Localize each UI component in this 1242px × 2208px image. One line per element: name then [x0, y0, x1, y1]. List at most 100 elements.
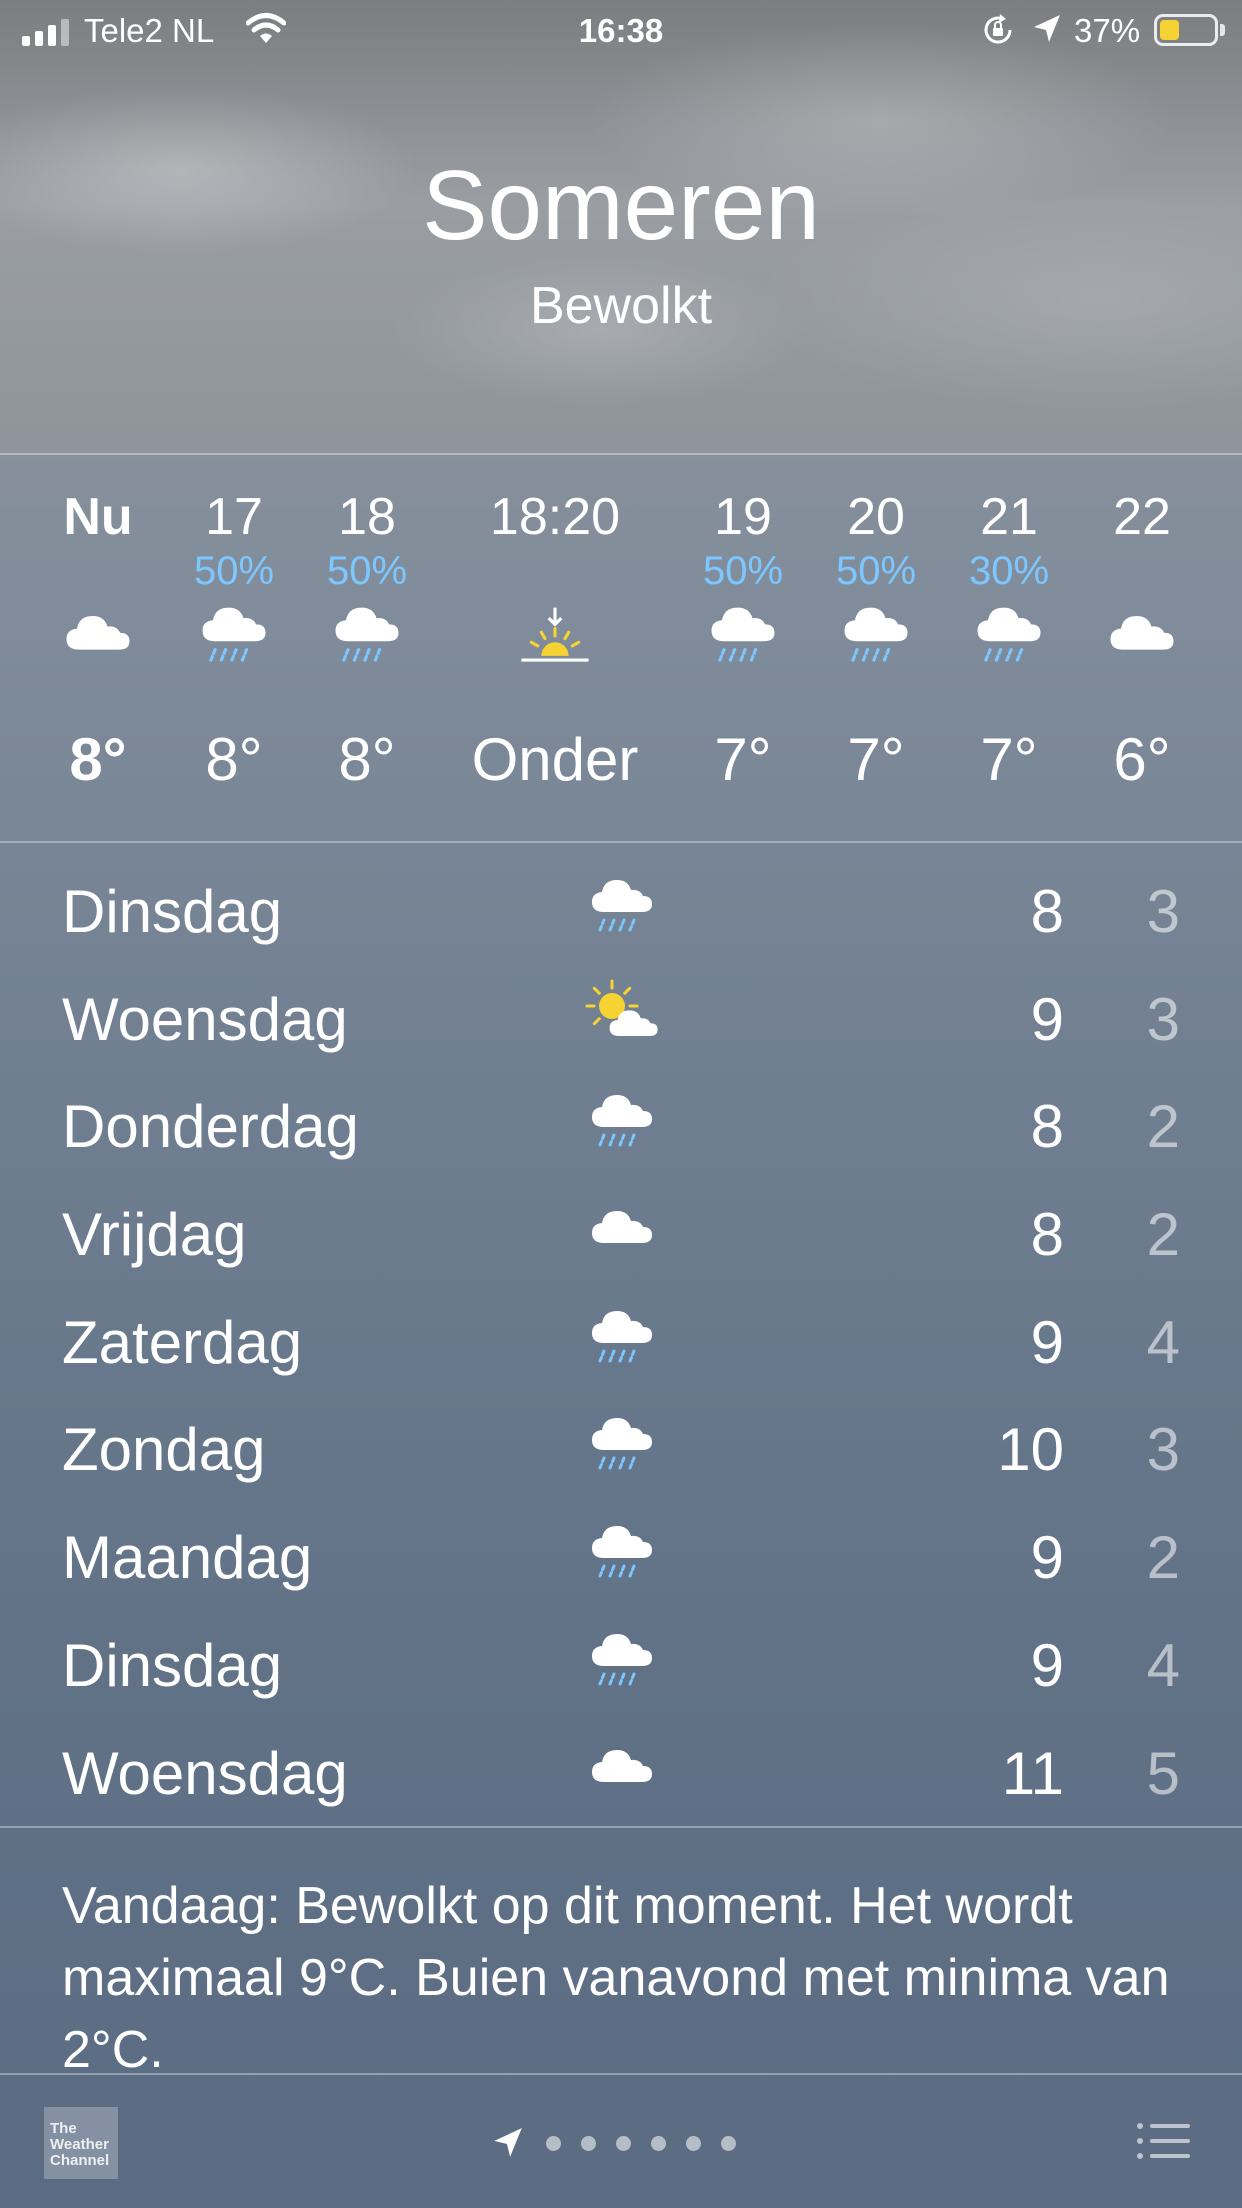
hour-label: 18 [338, 488, 396, 546]
hour-temperature: 7° [980, 726, 1038, 793]
cloud-icon [56, 595, 140, 679]
cloud-rain-icon [701, 595, 785, 679]
min-temperature: 4 [1146, 1308, 1180, 1376]
max-temperature: 8 [1030, 1093, 1064, 1161]
day-name: Dinsdag [62, 878, 283, 945]
day-name: Woensdag [62, 1739, 348, 1807]
day-name: Dinsdag [62, 1631, 283, 1699]
bottom-bar: The Weather Channel [0, 2075, 1242, 2208]
min-temperature: 3 [1146, 1416, 1180, 1484]
cloud-rain-icon [967, 595, 1051, 679]
cloud-rain-icon [325, 595, 409, 679]
logo-line: The [50, 2120, 77, 2137]
daily-forecast[interactable]: Dinsdag 8 3 Woensdag 9 3 Donderdag 8 2 Vrijdag 8 2 Z… [0, 858, 1242, 1827]
min-temperature: 2 [1146, 1524, 1180, 1592]
hour-label: 19 [714, 488, 772, 546]
daily-row: Zaterdag 9 4 [0, 1289, 1242, 1397]
day-name: Zondag [62, 1416, 266, 1484]
max-temperature: 9 [1030, 1308, 1064, 1376]
sunset-icon [513, 595, 597, 679]
daily-row: Dinsdag 9 4 [0, 1612, 1242, 1720]
current-location-icon[interactable] [490, 2125, 526, 2161]
hour-label: 21 [980, 488, 1038, 546]
current-condition: Bewolkt [529, 277, 713, 335]
daily-row: Donderdag 8 2 [0, 1073, 1242, 1181]
cloud-rain-icon [582, 1514, 662, 1594]
precip-chance: 50% [702, 549, 784, 593]
hour-label: 18:20 [489, 488, 621, 546]
max-temperature: 9 [1030, 1524, 1064, 1592]
daily-divider [0, 1826, 1242, 1828]
orientation-lock-icon [984, 14, 1012, 44]
min-temperature: 4 [1146, 1631, 1180, 1699]
partly-sunny-icon [582, 976, 662, 1056]
day-name: Vrijdag [62, 1201, 247, 1269]
cloud-rain-icon [582, 1622, 662, 1702]
today-summary: Vandaag: Bewolkt op dit moment. Het word… [62, 1877, 1170, 2079]
battery-cap [1220, 24, 1225, 36]
hourly-forecast[interactable]: Nu 8° 17 50% 8° 18 50% 8° 18:20 Onder 19 50% 7° 20 50%… [0, 455, 1242, 840]
cloud-rain-icon [582, 1406, 662, 1486]
min-temperature: 3 [1146, 985, 1180, 1053]
page-dot-icon[interactable] [581, 2135, 596, 2151]
battery-level [1160, 20, 1179, 40]
location-arrow-icon [1034, 15, 1060, 42]
hour-temperature: 8° [338, 726, 396, 793]
cloud-rain-icon [582, 868, 662, 948]
page-indicator[interactable] [490, 2125, 736, 2161]
hour-temperature: 6° [1113, 726, 1171, 793]
max-temperature: 9 [1030, 985, 1064, 1053]
daily-row: Dinsdag 8 3 [0, 858, 1242, 966]
precip-chance: 50% [835, 549, 917, 593]
hour-label: 20 [847, 488, 905, 546]
day-name: Woensdag [62, 985, 348, 1053]
hour-temperature: Onder [471, 726, 639, 793]
max-temperature: 8 [1030, 878, 1064, 945]
daily-row: Woensdag 11 5 [0, 1720, 1242, 1828]
daily-row: Maandag 9 2 [0, 1504, 1242, 1612]
max-temperature: 10 [997, 1416, 1064, 1484]
hour-label: 22 [1113, 488, 1171, 546]
cloud-rain-icon [582, 1299, 662, 1379]
logo-line: Channel [50, 2152, 110, 2169]
page-dot-icon[interactable] [546, 2135, 561, 2151]
hour-temperature: 8° [69, 726, 127, 793]
page-dot-icon[interactable] [686, 2135, 701, 2151]
min-temperature: 2 [1146, 1201, 1180, 1269]
cloud-rain-icon [582, 1083, 662, 1163]
min-temperature: 5 [1146, 1739, 1180, 1807]
page-dot-icon[interactable] [616, 2135, 631, 2151]
daily-row: Zondag 10 3 [0, 1396, 1242, 1504]
hourly-divider [0, 841, 1242, 843]
daily-row: Woensdag 9 3 [0, 966, 1242, 1074]
cloud-rain-icon [834, 595, 918, 679]
day-name: Maandag [62, 1524, 313, 1592]
battery-percent: 37% [1074, 12, 1141, 49]
daily-row: Vrijdag 8 2 [0, 1181, 1242, 1289]
cloud-icon [582, 1191, 662, 1271]
page-dot-icon[interactable] [721, 2135, 736, 2151]
hour-temperature: 7° [847, 726, 905, 793]
city-name: Someren [422, 150, 820, 260]
precip-chance: 30% [968, 549, 1050, 593]
day-name: Donderdag [62, 1093, 359, 1161]
max-temperature: 8 [1030, 1201, 1064, 1269]
hour-label: Nu [63, 488, 133, 546]
status-bar: Tele2 NL 16:38 37% [0, 0, 1242, 62]
weather-channel-logo[interactable]: The Weather Channel [44, 2107, 118, 2179]
min-temperature: 2 [1146, 1093, 1180, 1161]
cloud-icon [1100, 595, 1184, 679]
hour-label: 17 [205, 488, 263, 546]
logo-line: Weather [50, 2136, 109, 2153]
precip-chance: 50% [326, 549, 408, 593]
cloud-rain-icon [192, 595, 276, 679]
max-temperature: 11 [1001, 1739, 1064, 1807]
max-temperature: 9 [1030, 1631, 1064, 1699]
day-name: Zaterdag [62, 1308, 303, 1376]
list-icon[interactable] [1136, 2121, 1190, 2161]
page-dot-icon[interactable] [651, 2135, 666, 2151]
hour-temperature: 7° [714, 726, 772, 793]
hour-temperature: 8° [205, 726, 263, 793]
cloud-icon [582, 1730, 662, 1810]
battery-icon [1154, 14, 1218, 46]
